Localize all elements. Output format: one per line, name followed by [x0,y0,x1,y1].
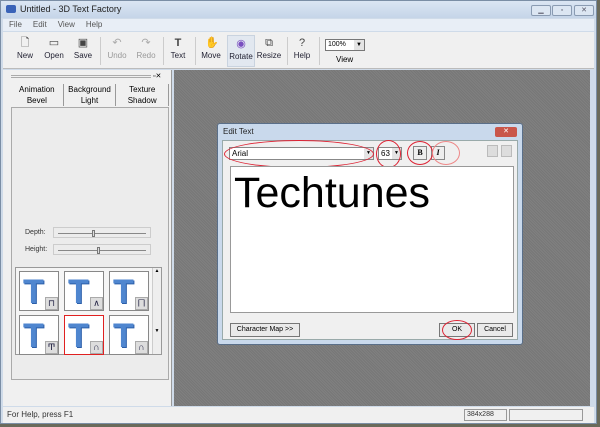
depth-slider[interactable] [53,227,151,238]
resize-icon: ⧉ [265,37,273,49]
depth-label: Depth: [25,229,46,236]
menu-file[interactable]: File [9,19,22,31]
bevel-t-icon: T [113,317,134,355]
panel-grip[interactable] [11,75,151,78]
status-bar: For Help, press F1 384x288 [3,407,594,423]
menu-edit[interactable]: Edit [33,19,47,31]
help-icon: ? [298,37,306,49]
text-button[interactable]: T Text [167,35,189,67]
bevel-t-icon: T [68,273,89,311]
bevel-style-2[interactable]: T ⨅ [109,271,149,311]
undo-button[interactable]: ↶ Undo [105,35,129,67]
chevron-down-icon: ▼ [354,40,364,50]
bevel-style-3[interactable]: TͲ [19,315,59,355]
redo-icon: ↷ [141,37,151,49]
tab-texture[interactable]: Texture [116,84,170,95]
bevel-t-icon: T [23,273,44,311]
dialog-title: Edit Text [223,127,254,136]
toolbar: 🗋 New ▭ Open ▣ Save ↶ Undo ↷ Redo T Text ✋ Move… [3,32,594,69]
bevel-style-5[interactable]: T ∩ [109,315,149,355]
annotation-circle [432,141,460,165]
text-t-icon: T [174,37,182,49]
title-bar: Untitled - 3D Text Factory ▁ ▫ ✕ [1,1,596,18]
resize-button[interactable]: ⧉ Resize [256,35,282,67]
depth-slider-thumb[interactable] [92,230,96,237]
menu-help[interactable]: Help [86,19,102,31]
properties-panel: ▫✕ Animation Background Texture Bevel Li… [3,70,172,406]
minimize-button[interactable]: ▁ [531,5,551,16]
bevel-style-glyph: ⨅ [135,297,148,310]
folder-open-icon: ▭ [48,37,60,49]
status-dimensions: 384x288 [464,409,507,421]
annotation-circle [224,140,374,168]
window-title: Untitled - 3D Text Factory [20,4,122,14]
rotate-icon: ◉ [236,38,246,50]
bevel-t-icon: T [113,273,134,311]
edit-text-dialog: Edit Text ✕ Arial ▼ 63 ▼ B I Techtunes Cha… [217,123,523,345]
menu-bar: File Edit View Help [3,19,594,31]
dialog-body: Arial ▼ 63 ▼ B I Techtunes Character Map >… [222,140,518,340]
annotation-circle [376,140,401,168]
bevel-t-icon: T [68,317,89,355]
tab-animation[interactable]: Animation [11,84,64,95]
tab-background[interactable]: Background [64,84,117,95]
character-map-button[interactable]: Character Map >> [230,323,300,337]
annotation-circle [407,141,433,165]
zoom-select[interactable]: 100% ▼ [325,39,365,51]
open-button[interactable]: ▭ Open [41,35,67,67]
bevel-style-grid: ▲ ▼ T ⊓ T ∧ T ⨅ T Ͳ T ∩ T ∩ [15,267,162,355]
rotate-button[interactable]: ◉ Rotate [227,35,255,67]
cancel-button[interactable]: Cancel [477,323,513,337]
new-file-icon: 🗋 [20,37,30,49]
bevel-style-glyph: ∩ [135,341,148,354]
panel-float-close-icon[interactable]: ▫✕ [153,72,161,80]
status-help-text: For Help, press F1 [7,410,74,419]
tab-bevel[interactable]: Bevel [11,95,64,106]
dialog-close-button[interactable]: ✕ [495,127,517,137]
close-button[interactable]: ✕ [574,5,594,16]
height-label: Height: [25,246,48,253]
panel-tabs: Animation Background Texture Bevel Light… [11,84,170,106]
bevel-style-1[interactable]: T ∧ [64,271,104,311]
bevel-style-glyph: Ͳ [45,341,58,354]
undo-icon: ↶ [112,37,122,49]
status-pane [509,409,583,421]
annotation-circle [442,320,472,340]
bevel-style-0[interactable]: T ⊓ [19,271,59,311]
bevel-style-glyph: ⊓ [45,297,58,310]
view-label: View [336,55,354,64]
save-disk-icon: ▣ [77,37,89,49]
tab-light[interactable]: Light [64,95,117,106]
grid-scrollbar[interactable]: ▲ ▼ [152,268,161,354]
tab-shadow[interactable]: Shadow [116,95,170,106]
text-editor[interactable]: Techtunes [230,166,514,313]
menu-view[interactable]: View [58,19,75,31]
help-button[interactable]: ? Help [291,35,313,67]
height-slider-thumb[interactable] [96,247,100,254]
paste-icon[interactable] [501,145,512,157]
height-slider[interactable] [53,244,151,255]
save-button[interactable]: ▣ Save [71,35,95,67]
move-button[interactable]: ✋ Move [199,35,223,67]
bevel-t-icon: T [23,317,44,355]
bevel-style-glyph: ∩ [90,341,103,354]
new-button[interactable]: 🗋 New [13,35,37,67]
redo-button[interactable]: ↷ Redo [134,35,158,67]
hand-icon: ✋ [205,37,219,49]
bevel-style-glyph: ∧ [90,297,103,310]
copy-icon[interactable] [487,145,498,157]
bevel-style-4[interactable]: T ∩ [64,315,104,355]
app-icon [6,5,16,13]
maximize-button[interactable]: ▫ [552,5,572,16]
